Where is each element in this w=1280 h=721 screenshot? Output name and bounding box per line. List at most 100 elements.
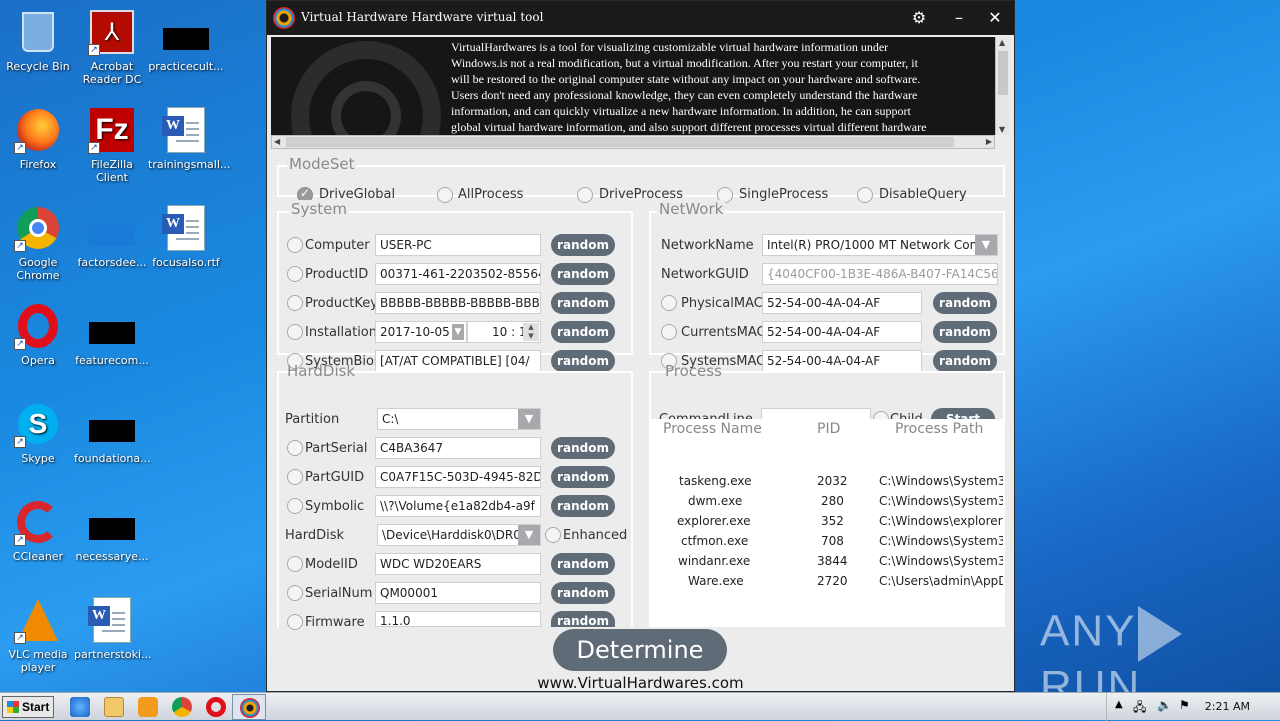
scroll-up-icon[interactable]: ▲	[999, 38, 1005, 47]
opera-taskbar-icon[interactable]	[206, 697, 226, 717]
desktop-icon-ccleaner[interactable]: ↗ CCleaner	[0, 498, 76, 563]
firmware-radio[interactable]	[287, 614, 303, 630]
file-explorer-icon[interactable]	[104, 697, 124, 717]
symbolic-random-button[interactable]: random	[551, 495, 615, 517]
desktop-icon-factorsdee[interactable]: factorsdee...	[74, 204, 150, 269]
networkname-dropdown[interactable]: Intel(R) PRO/1000 MT Network Connection …	[762, 234, 998, 256]
installation-time-spinner[interactable]: 10 : 19 ▲ ▼	[467, 321, 541, 343]
harddisk-dropdown[interactable]: \Device\Harddisk0\DR0 ▼	[377, 524, 541, 546]
scroll-right-icon[interactable]: ▶	[986, 137, 992, 146]
desktop-icon-focusalso[interactable]: W focusalso.rtf	[148, 204, 224, 269]
scroll-thumb[interactable]	[998, 51, 1008, 95]
physicalmac-radio[interactable]	[661, 295, 677, 311]
systembios-field[interactable]: [AT/AT COMPATIBLE] [04/	[375, 350, 541, 372]
column-header-process-name[interactable]: Process Name	[663, 421, 762, 437]
driveprocess-radio[interactable]	[577, 187, 593, 203]
determine-button[interactable]: Determine	[553, 629, 727, 671]
systemsmac-field[interactable]: 52-54-00-4A-04-AF	[762, 350, 922, 372]
symbolic-field[interactable]: \\?\Volume{e1a82db4-a9f	[375, 495, 541, 517]
chevron-down-icon[interactable]: ▼	[518, 525, 540, 545]
website-link[interactable]: www.VirtualHardwares.com	[267, 674, 1014, 692]
desktop-icon-chrome[interactable]: ↗ Google Chrome	[0, 204, 76, 282]
desktop-icon-trainingsmall[interactable]: W trainingsmall...	[148, 106, 230, 171]
chevron-down-icon[interactable]: ▼	[975, 235, 997, 255]
firmware-random-button[interactable]: random	[551, 611, 615, 628]
productid-field[interactable]: 00371-461-2203502-85564	[375, 263, 541, 285]
title-bar[interactable]: Virtual Hardware Hardware virtual tool ⚙…	[267, 1, 1014, 35]
description-horizontal-scrollbar[interactable]: ◀ ▶	[271, 135, 995, 149]
minimize-button[interactable]: –	[947, 7, 971, 29]
firmware-field[interactable]: 1.1.0	[375, 611, 541, 627]
chrome-taskbar-icon[interactable]	[172, 697, 192, 717]
productkey-radio[interactable]	[287, 295, 303, 311]
scroll-down-icon[interactable]: ▼	[999, 125, 1005, 134]
desktop-icon-practicecult[interactable]: practicecult...	[148, 8, 224, 73]
spin-down-icon[interactable]: ▼	[523, 332, 539, 341]
modelid-field[interactable]: WDC WD20EARS	[375, 553, 541, 575]
scroll-left-icon[interactable]: ◀	[274, 137, 280, 146]
desktop-icon-recycle-bin[interactable]: Recycle Bin	[0, 8, 76, 73]
desktop-icon-acrobat[interactable]: ⅄ ↗ Acrobat Reader DC	[74, 8, 150, 86]
productid-radio[interactable]	[287, 266, 303, 282]
column-header-process-path[interactable]: Process Path	[895, 421, 983, 437]
modelid-radio[interactable]	[287, 556, 303, 572]
desktop-icon-partnerstoki[interactable]: W partnerstoki...	[74, 596, 152, 661]
computer-random-button[interactable]: random	[551, 234, 615, 256]
desktop-icon-filezilla[interactable]: Fz ↗ FileZilla Client	[74, 106, 150, 184]
computer-radio[interactable]	[287, 237, 303, 253]
scroll-thumb[interactable]	[286, 137, 954, 147]
close-button[interactable]: ✕	[983, 7, 1007, 29]
systemsmac-random-button[interactable]: random	[933, 350, 997, 372]
productid-random-button[interactable]: random	[551, 263, 615, 285]
serialnum-field[interactable]: QM00001	[375, 582, 541, 604]
network-icon[interactable]: 🖧	[1133, 698, 1146, 719]
spin-up-icon[interactable]: ▲	[523, 323, 539, 332]
physicalmac-field[interactable]: 52-54-00-4A-04-AF	[762, 292, 922, 314]
chevron-down-icon[interactable]: ▼	[452, 324, 464, 340]
serialnum-radio[interactable]	[287, 585, 303, 601]
systembios-random-button[interactable]: random	[551, 350, 615, 372]
start-button[interactable]: Start	[2, 696, 54, 718]
virtual-hardware-task-button[interactable]	[232, 694, 266, 720]
installation-random-button[interactable]: random	[551, 321, 615, 343]
modelid-random-button[interactable]: random	[551, 553, 615, 575]
internet-explorer-icon[interactable]	[70, 697, 90, 717]
flag-icon[interactable]: ⚑	[1179, 698, 1190, 712]
disablequery-radio[interactable]	[857, 187, 873, 203]
currentsmac-radio[interactable]	[661, 324, 677, 340]
partguid-radio[interactable]	[287, 469, 303, 485]
chevron-down-icon[interactable]: ▼	[518, 409, 540, 429]
partition-dropdown[interactable]: C:\ ▼	[377, 408, 541, 430]
desktop-icon-featurecom[interactable]: featurecom...	[74, 302, 150, 367]
settings-gear-icon[interactable]: ⚙	[907, 7, 931, 29]
partguid-random-button[interactable]: random	[551, 466, 615, 488]
desktop-icon-foundationa[interactable]: foundationa...	[74, 400, 151, 465]
installation-radio[interactable]	[287, 324, 303, 340]
partserial-random-button[interactable]: random	[551, 437, 615, 459]
networkguid-field[interactable]: {4040CF00-1B3E-486A-B407-FA14C56E	[762, 263, 998, 285]
currentsmac-random-button[interactable]: random	[933, 321, 997, 343]
column-header-pid[interactable]: PID	[817, 421, 840, 437]
enhanced-radio[interactable]	[545, 527, 561, 543]
serialnum-random-button[interactable]: random	[551, 582, 615, 604]
productkey-field[interactable]: BBBBB-BBBBB-BBBBB-BBBBB	[375, 292, 541, 314]
allprocess-radio[interactable]	[437, 187, 453, 203]
computer-field[interactable]: USER-PC	[375, 234, 541, 256]
partguid-field[interactable]: C0A7F15C-503D-4945-82D	[375, 466, 541, 488]
productkey-random-button[interactable]: random	[551, 292, 615, 314]
desktop-icon-vlc[interactable]: ↗ VLC media player	[0, 596, 76, 674]
desktop-icon-skype[interactable]: S ↗ Skype	[0, 400, 76, 465]
clock[interactable]: 2:21 AM	[1205, 700, 1250, 713]
currentsmac-field[interactable]: 52-54-00-4A-04-AF	[762, 321, 922, 343]
volume-icon[interactable]: 🔈	[1157, 698, 1172, 712]
desktop-icon-opera[interactable]: ↗ Opera	[0, 302, 76, 367]
symbolic-radio[interactable]	[287, 498, 303, 514]
media-player-icon[interactable]	[138, 697, 158, 717]
description-vertical-scrollbar[interactable]: ▲ ▼	[995, 37, 1009, 135]
desktop-icon-necessarye[interactable]: necessarye...	[74, 498, 150, 563]
desktop-icon-firefox[interactable]: ↗ Firefox	[0, 106, 76, 171]
installation-date-picker[interactable]: 2017-10-05 ▼	[375, 321, 467, 343]
physicalmac-random-button[interactable]: random	[933, 292, 997, 314]
partserial-radio[interactable]	[287, 440, 303, 456]
partserial-field[interactable]: C4BA3647	[375, 437, 541, 459]
